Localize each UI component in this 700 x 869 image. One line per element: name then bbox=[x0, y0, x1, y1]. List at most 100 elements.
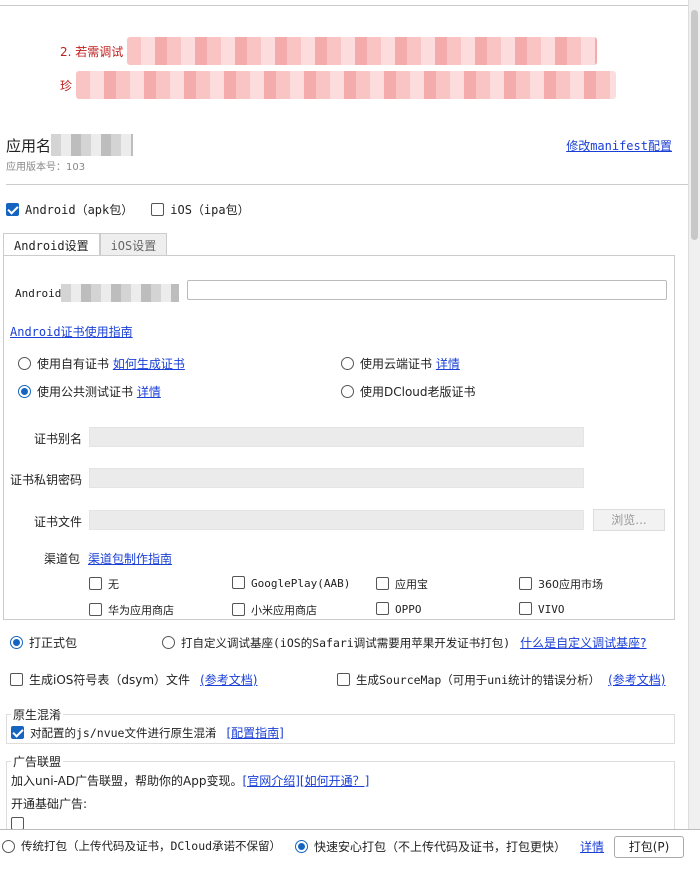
checkbox-unchecked-icon[interactable] bbox=[89, 577, 102, 590]
cert-option-own-label: 使用自有证书 bbox=[37, 357, 110, 371]
checkbox-unchecked-icon[interactable] bbox=[519, 577, 532, 590]
radio-unchecked-icon[interactable] bbox=[162, 636, 175, 649]
ad-union-intro-text: 加入uni-AD广告联盟，帮助你的App变现。 bbox=[11, 774, 243, 788]
checkbox-unchecked-icon[interactable] bbox=[10, 673, 23, 686]
radio-checked-icon[interactable] bbox=[295, 840, 308, 853]
warning-line-1-text: 2. 若需调试 bbox=[60, 44, 124, 59]
checkbox-unchecked-icon[interactable] bbox=[232, 603, 245, 616]
channel-option-googleplay[interactable]: GooglePlay(AAB) bbox=[232, 576, 350, 590]
package-name-input[interactable] bbox=[187, 280, 667, 300]
sourcemap-label: 生成SourceMap（可用于uni统计的错误分析） bbox=[356, 672, 601, 687]
channel-option-yingyongbao[interactable]: 应用宝 bbox=[376, 576, 428, 592]
ios-checkbox[interactable]: iOS（ipa包） bbox=[151, 201, 250, 218]
fast-build-option[interactable]: 快速安心打包（不上传代码及证书，打包更快） 详情 bbox=[295, 838, 604, 855]
radio-unchecked-icon[interactable] bbox=[2, 839, 15, 853]
channel-option-xiaomi[interactable]: 小米应用商店 bbox=[232, 602, 317, 618]
bottom-action-bar: 传统打包（上传代码及证书，DCloud承诺不保留） 快速安心打包（不上传代码及证… bbox=[0, 829, 700, 869]
checkbox-checked-icon[interactable] bbox=[11, 726, 24, 739]
cert-option-dcloud-legacy[interactable]: 使用DCloud老版证书 bbox=[341, 383, 476, 400]
build-release-option[interactable]: 打正式包 bbox=[10, 634, 77, 651]
channel-option-none[interactable]: 无 bbox=[89, 576, 119, 592]
cert-file-input[interactable] bbox=[89, 510, 584, 530]
checkbox-unchecked-icon[interactable] bbox=[376, 602, 389, 615]
cert-guide-link[interactable]: Android证书使用指南 bbox=[10, 323, 133, 340]
cert-password-input[interactable] bbox=[89, 468, 584, 488]
channel-option-label: 应用宝 bbox=[395, 578, 428, 591]
fast-build-details-link[interactable]: 详情 bbox=[580, 838, 604, 855]
traditional-build-label: 传统打包（上传代码及证书，DCloud承诺不保留） bbox=[21, 839, 282, 853]
checkbox-unchecked-icon[interactable] bbox=[519, 602, 532, 615]
ad-union-title: 广告联盟 bbox=[11, 753, 64, 770]
checkbox-unchecked-icon[interactable] bbox=[376, 577, 389, 590]
channel-guide-link[interactable]: 渠道包制作指南 bbox=[88, 550, 172, 567]
build-release-label: 打正式包 bbox=[29, 636, 78, 650]
checkbox-unchecked-icon[interactable] bbox=[89, 603, 102, 616]
traditional-build-option[interactable]: 传统打包（上传代码及证书，DCloud承诺不保留） bbox=[2, 838, 281, 854]
ad-union-howto-link[interactable]: [如何开通？] bbox=[300, 772, 369, 789]
app-version: 应用版本号：103 bbox=[6, 162, 86, 173]
cert-alias-label: 证书别名 bbox=[33, 432, 82, 446]
channel-option-360[interactable]: 360应用市场 bbox=[519, 576, 603, 592]
obfuscation-guide-link[interactable]: [配置指南] bbox=[226, 724, 283, 741]
channel-option-label: 360应用市场 bbox=[538, 578, 603, 591]
ad-union-intro: 加入uni-AD广告联盟，帮助你的App变现。 [官网介绍] [如何开通？] bbox=[11, 772, 369, 789]
channel-option-label: VIVO bbox=[538, 603, 565, 616]
channel-option-huawei[interactable]: 华为应用商店 bbox=[89, 602, 174, 618]
warning-line-1: 2. 若需调试 bbox=[60, 34, 620, 68]
checkbox-unchecked-icon[interactable] bbox=[151, 203, 165, 216]
channel-option-vivo[interactable]: VIVO bbox=[519, 602, 565, 616]
redacted-app-name bbox=[51, 134, 134, 156]
android-settings-panel: Android Android证书使用指南 使用自有证书 如何生成证书 使用云端… bbox=[3, 255, 675, 620]
ad-union-group: 广告联盟 加入uni-AD广告联盟，帮助你的App变现。 [官网介绍] [如何开… bbox=[6, 753, 675, 830]
tab-ios-settings[interactable]: iOS设置 bbox=[99, 233, 168, 255]
radio-unchecked-icon[interactable] bbox=[18, 357, 31, 370]
custom-base-info-link[interactable]: 什么是自定义调试基座? bbox=[520, 634, 646, 651]
cert-option-cloud[interactable]: 使用云端证书 详情 bbox=[341, 355, 460, 372]
cert-option-own[interactable]: 使用自有证书 如何生成证书 bbox=[18, 355, 185, 372]
dsym-docs-link[interactable]: (参考文档) bbox=[200, 671, 257, 688]
scrollbar-thumb[interactable] bbox=[691, 10, 698, 240]
redacted-region bbox=[76, 71, 617, 99]
cert-file-label: 证书文件 bbox=[33, 515, 82, 529]
app-name-label: 应用名 bbox=[6, 136, 52, 155]
channel-label: 渠道包 bbox=[44, 552, 81, 566]
checkbox-unchecked-icon[interactable] bbox=[337, 673, 350, 686]
obfuscation-title: 原生混淆 bbox=[11, 706, 64, 723]
channel-option-label: 小米应用商店 bbox=[251, 604, 317, 617]
checkbox-unchecked-icon[interactable] bbox=[232, 576, 245, 589]
build-custom-base-option[interactable]: 打自定义调试基座(iOS的Safari调试需要用苹果开发证书打包) 什么是自定义… bbox=[162, 634, 647, 651]
window-top-edge bbox=[0, 0, 688, 6]
warning-line-2: 珍 bbox=[60, 68, 620, 102]
obfuscation-group: 原生混淆 对配置的js/nvue文件进行原生混淆 [配置指南] bbox=[6, 706, 675, 744]
browse-button[interactable]: 浏览... bbox=[593, 509, 665, 531]
package-name-label-text: Android bbox=[15, 286, 62, 300]
radio-unchecked-icon[interactable] bbox=[341, 357, 354, 370]
sourcemap-option[interactable]: 生成SourceMap（可用于uni统计的错误分析） (参考文档) bbox=[337, 671, 665, 688]
cert-option-public-test[interactable]: 使用公共测试证书 详情 bbox=[18, 383, 161, 400]
ad-union-website-link[interactable]: [官网介绍] bbox=[243, 772, 300, 789]
radio-checked-icon[interactable] bbox=[18, 385, 31, 398]
cloud-cert-details-link[interactable]: 详情 bbox=[436, 357, 460, 371]
obfuscation-option[interactable]: 对配置的js/nvue文件进行原生混淆 [配置指南] bbox=[11, 724, 284, 741]
how-to-generate-cert-link[interactable]: 如何生成证书 bbox=[113, 357, 185, 371]
public-cert-details-link[interactable]: 详情 bbox=[137, 385, 161, 399]
build-custom-base-label: 打自定义调试基座(iOS的Safari调试需要用苹果开发证书打包) bbox=[181, 635, 511, 650]
warning-notice: 2. 若需调试 珍 bbox=[60, 34, 620, 102]
vertical-scrollbar[interactable] bbox=[688, 0, 700, 830]
settings-tabs: Android设置 iOS设置 bbox=[3, 233, 168, 255]
checkbox-checked-icon[interactable] bbox=[6, 203, 19, 216]
radio-unchecked-icon[interactable] bbox=[341, 385, 354, 398]
channel-option-label: 无 bbox=[108, 578, 119, 591]
android-checkbox[interactable]: Android（apk包） bbox=[6, 201, 133, 218]
android-label: Android（apk包） bbox=[25, 203, 134, 217]
sourcemap-docs-link[interactable]: (参考文档) bbox=[608, 671, 665, 688]
build-button[interactable]: 打包(P) bbox=[614, 836, 684, 858]
radio-checked-icon[interactable] bbox=[10, 636, 23, 649]
tab-android-settings[interactable]: Android设置 bbox=[3, 233, 100, 255]
dsym-option[interactable]: 生成iOS符号表（dsym）文件 (参考文档) bbox=[10, 671, 257, 688]
cert-alias-input[interactable] bbox=[89, 427, 584, 447]
obfuscation-label: 对配置的js/nvue文件进行原生混淆 bbox=[30, 725, 217, 740]
channel-option-oppo[interactable]: OPPO bbox=[376, 602, 422, 616]
edit-manifest-link[interactable]: 修改manifest配置 bbox=[566, 137, 672, 154]
channel-option-label: GooglePlay(AAB) bbox=[251, 577, 351, 590]
